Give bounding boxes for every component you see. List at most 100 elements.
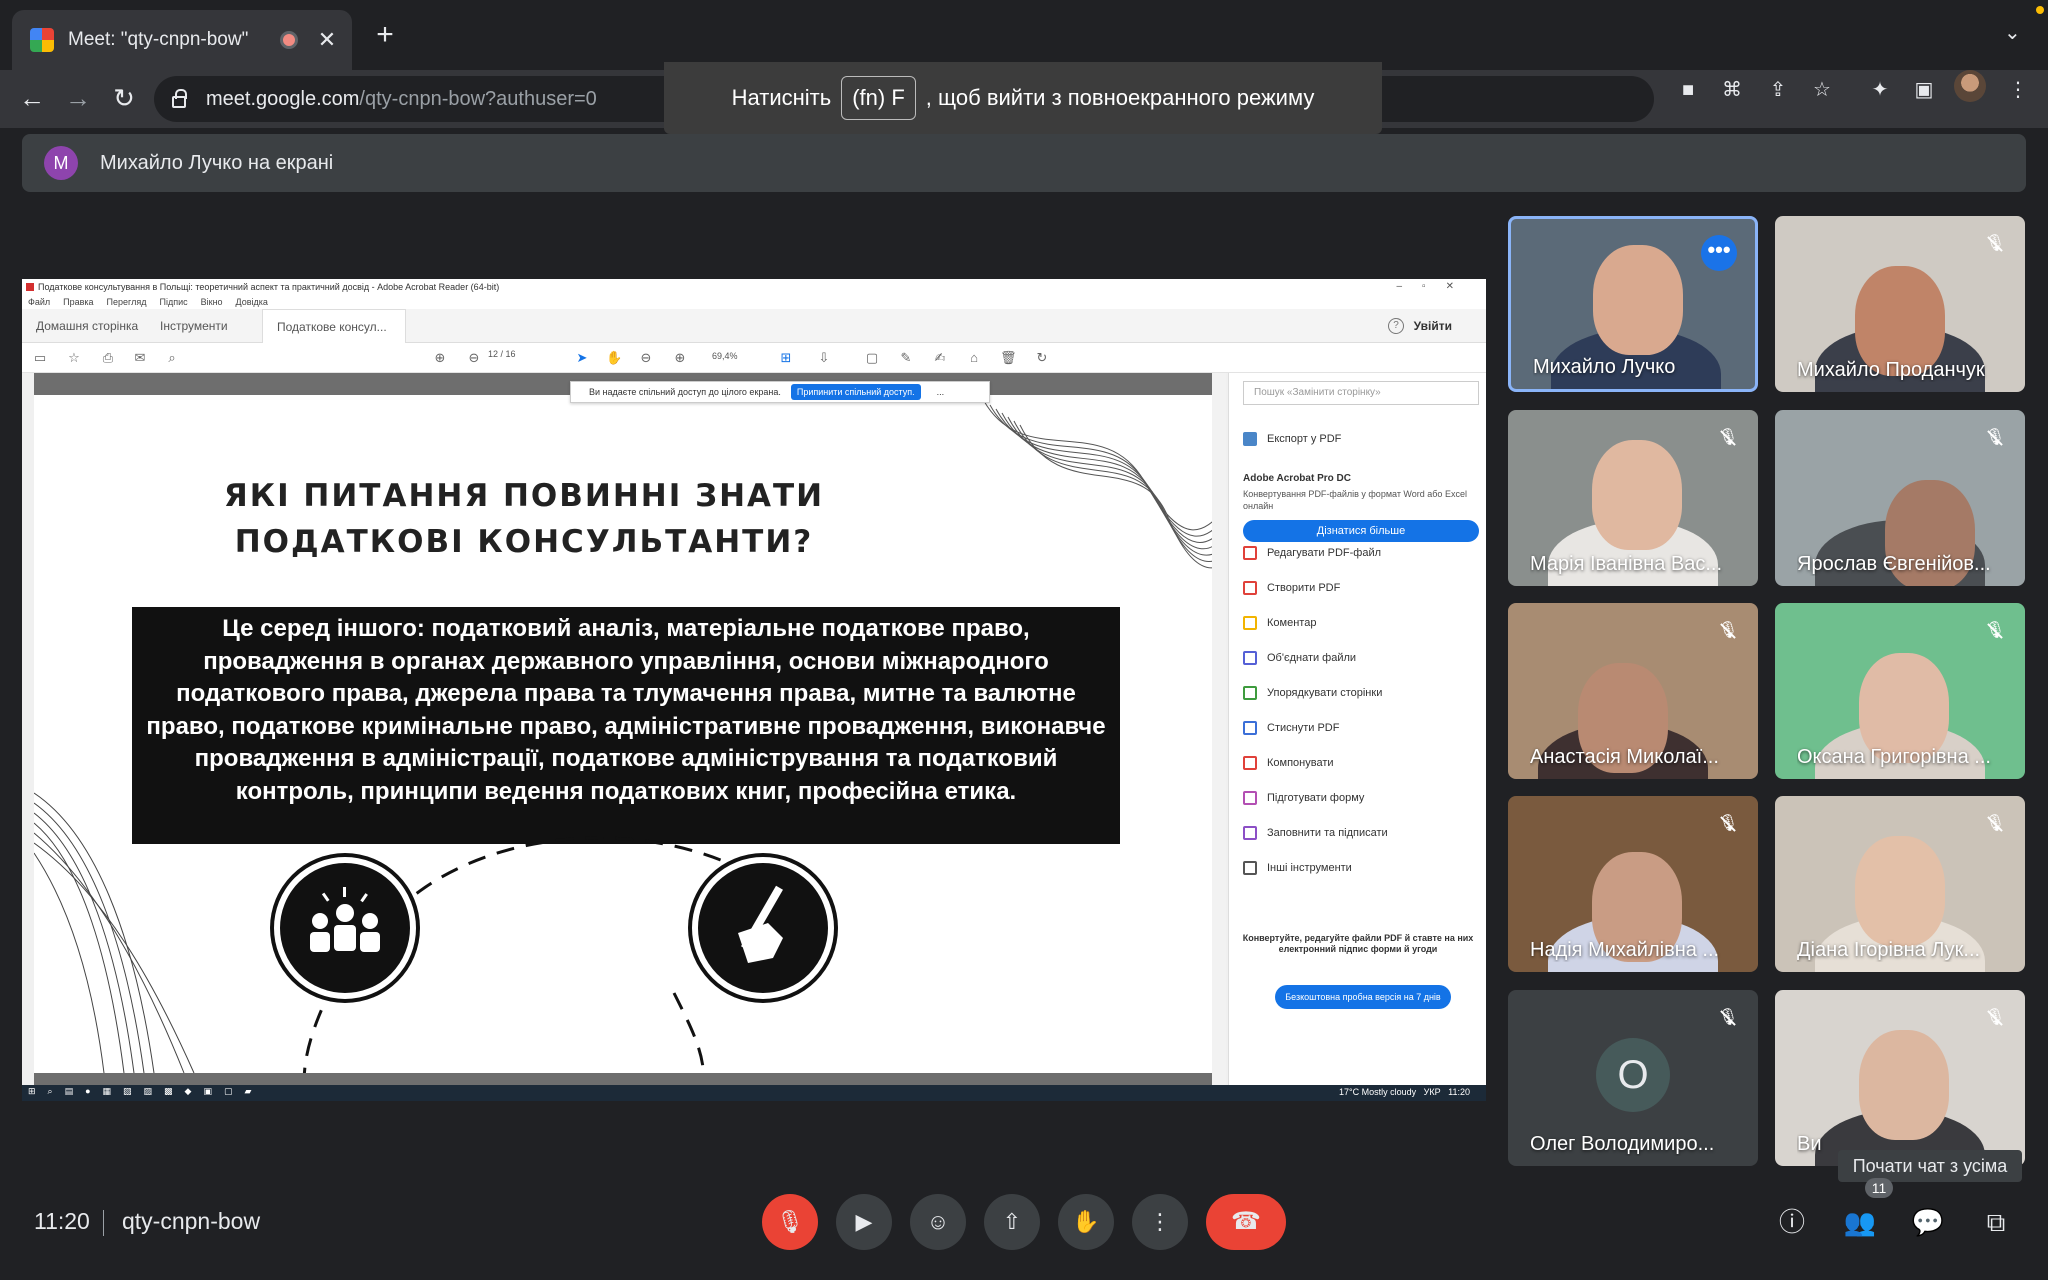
acrobat-tabs: Домашня сторінка Інструменти Податкове к… — [22, 309, 1486, 343]
participant-face — [1593, 245, 1683, 355]
participant-name: Оксана Григорівна ... — [1797, 746, 1991, 768]
slide-body-text: Це серед іншого: податковий аналіз, мате… — [132, 607, 1120, 844]
participant-tile[interactable]: 🎙 Анастасія Миколаї... — [1508, 603, 1758, 779]
participant-tile[interactable]: ••• Михайло Лучко — [1508, 216, 1758, 392]
participant-name: Діана Ігорівна Лук... — [1797, 939, 1981, 961]
zoom-search-icon: ⌕ — [168, 350, 176, 365]
tab-search-chevron-icon[interactable]: ⌄ — [2004, 20, 2021, 45]
page-total: / 16 — [500, 349, 516, 359]
participant-tile[interactable]: 🎙 Діана Ігорівна Лук... — [1775, 796, 2025, 972]
participant-initial-avatar: О — [1596, 1038, 1670, 1112]
pane-tool-label: Компонувати — [1267, 757, 1334, 769]
side-panel-icon[interactable]: ▣ — [1908, 74, 1940, 106]
participant-name: Олег Володимиро... — [1530, 1133, 1715, 1155]
menu-file: Файл — [28, 297, 51, 307]
translate-icon[interactable]: ⌘ — [1716, 74, 1748, 106]
participant-tile-self[interactable]: 🎙 Ви — [1775, 990, 2025, 1166]
fit-page-icon: ⊞ — [780, 350, 792, 365]
mic-off-icon: 🎙 — [1981, 230, 2009, 258]
leave-call-button[interactable]: ☎ — [1206, 1194, 1286, 1250]
tab-tools: Інструменти — [160, 319, 228, 333]
participant-face — [1855, 836, 1945, 946]
more-options-button[interactable]: ⋮ — [1132, 1194, 1188, 1250]
pane-tool-icon — [1243, 686, 1257, 700]
stop-sharing-button: Припинити спільний доступ. — [790, 384, 921, 400]
pane-trial-button: Безкоштовна пробна версія на 7 днів — [1275, 985, 1451, 1009]
people-icon[interactable]: 👥 — [1842, 1204, 1878, 1240]
taskbar-tray: 17°C Mostly cloudy УКР 11:20 — [1339, 1087, 1470, 1097]
meeting-code: qty-cnpn-bow — [122, 1208, 261, 1234]
acrobat-window-title: Податкове консультування в Польщі: теоре… — [38, 282, 500, 292]
meeting-clock: 11:20 — [34, 1208, 90, 1234]
chrome-profile-avatar[interactable] — [1954, 70, 1986, 102]
participant-options-icon[interactable]: ••• — [1701, 235, 1737, 271]
participant-tile[interactable]: 🎙 Михайло Проданчук — [1775, 216, 2025, 392]
tab-title: Meet: "qty-cnpn-bow" — [68, 29, 249, 50]
windows-taskbar: ⊞⌕▤●▦▧▨▩◆▣▢▰ 17°C Mostly cloudy УКР 11:2… — [22, 1085, 1486, 1101]
participant-tile[interactable]: 🎙 Оксана Григорівна ... — [1775, 603, 2025, 779]
participant-tile[interactable]: О 🎙 Олег Володимиро... — [1508, 990, 1758, 1166]
raise-hand-button[interactable]: ✋ — [1058, 1194, 1114, 1250]
pane-tool-label: Редагувати PDF-файл — [1267, 547, 1382, 559]
forward-arrow-icon[interactable]: → — [60, 80, 96, 116]
hand-with-pen-icon — [692, 857, 834, 999]
participant-face — [1592, 440, 1682, 550]
mic-off-icon: 🎙 — [1981, 617, 2009, 645]
browser-tabstrip: Meet: "qty-cnpn-bow" ✕ + ⌄ — [0, 0, 2048, 70]
pane-pro-description: Конвертування PDF-файлів у формат Word а… — [1243, 489, 1467, 511]
comment-icon: ▢ — [865, 350, 879, 365]
meeting-details-icon[interactable]: ⓘ — [1774, 1204, 1810, 1240]
menu-view: Перегляд — [106, 297, 147, 307]
taskbar-app-icons: ⊞⌕▤●▦▧▨▩◆▣▢▰ — [28, 1086, 264, 1096]
share-icon[interactable]: ⇪ — [1762, 74, 1794, 106]
shared-screen: Податкове консультування в Польщі: теоре… — [22, 279, 1486, 1101]
camera-toggle-button[interactable]: ▶ — [836, 1194, 892, 1250]
hand-icon: ✋ — [1072, 1209, 1100, 1234]
rotate-icon: ↻ — [1036, 350, 1048, 365]
pane-tool-icon — [1243, 581, 1257, 595]
video-camera-icon: ▶ — [855, 1209, 873, 1234]
reactions-button[interactable]: ☺ — [910, 1194, 966, 1250]
pane-tool-icon — [1243, 861, 1257, 875]
pdf-scrollbar — [1212, 373, 1226, 1085]
present-screen-button[interactable]: ⇧ — [984, 1194, 1040, 1250]
pane-tool-icon — [1243, 826, 1257, 840]
pane-tool-item: Об'єднати файли — [1243, 648, 1356, 668]
browser-tab-meet[interactable]: Meet: "qty-cnpn-bow" ✕ — [12, 10, 352, 70]
mic-off-icon: 🎙 — [1714, 424, 1742, 452]
camera-in-use-icon[interactable]: ■ — [1672, 74, 1704, 106]
save-icon: ▭ — [33, 350, 47, 365]
participant-tile[interactable]: 🎙 Ярослав Євгенійов... — [1775, 410, 2025, 586]
separator — [103, 1210, 104, 1236]
mic-off-icon: 🎙 — [1981, 810, 2009, 838]
acrobat-sign-in: Увійти — [1413, 319, 1452, 333]
activities-icon[interactable]: ⧉ — [1978, 1204, 2014, 1240]
reload-icon[interactable]: ↻ — [106, 80, 142, 116]
pane-tool-item: Коментар — [1243, 613, 1316, 633]
chat-icon[interactable]: 💬 — [1910, 1204, 1946, 1240]
page-indicator: 12 / 16 — [488, 349, 516, 359]
acrobat-app-icon — [26, 283, 34, 291]
participant-tile[interactable]: 🎙 Марія Іванівна Вас... — [1508, 410, 1758, 586]
pane-tool-item: Підготувати форму — [1243, 788, 1364, 808]
pane-tool-label: Заповнити та підписати — [1267, 827, 1388, 839]
pane-tool-item: Інші інструменти — [1243, 858, 1352, 878]
present-screen-icon: ⇧ — [1002, 1209, 1022, 1234]
page-current: 12 — [488, 349, 499, 359]
share-notice-more: ... — [936, 387, 945, 397]
extensions-puzzle-icon[interactable]: ✦ — [1864, 74, 1896, 106]
pane-tool-label: Підготувати форму — [1267, 792, 1365, 804]
back-arrow-icon[interactable]: ← — [14, 80, 50, 116]
participant-tile[interactable]: 🎙 Надія Михайлівна ... — [1508, 796, 1758, 972]
microphone-toggle-button[interactable]: 🎙 — [762, 1194, 818, 1250]
close-tab-icon[interactable]: ✕ — [316, 27, 338, 53]
new-tab-button[interactable]: + — [370, 18, 400, 52]
pane-pro-title: Adobe Acrobat Pro DC — [1243, 473, 1351, 484]
email-icon: ✉ — [134, 350, 146, 365]
tab-home: Домашня сторінка — [36, 319, 139, 333]
print-icon: ⎙ — [102, 350, 114, 365]
chrome-menu-icon[interactable]: ⋮ — [2002, 74, 2034, 106]
participant-name: Михайло Лучко — [1533, 356, 1676, 378]
bookmark-star-icon[interactable]: ☆ — [1806, 74, 1838, 106]
pane-tool-label: Стиснути PDF — [1267, 722, 1340, 734]
